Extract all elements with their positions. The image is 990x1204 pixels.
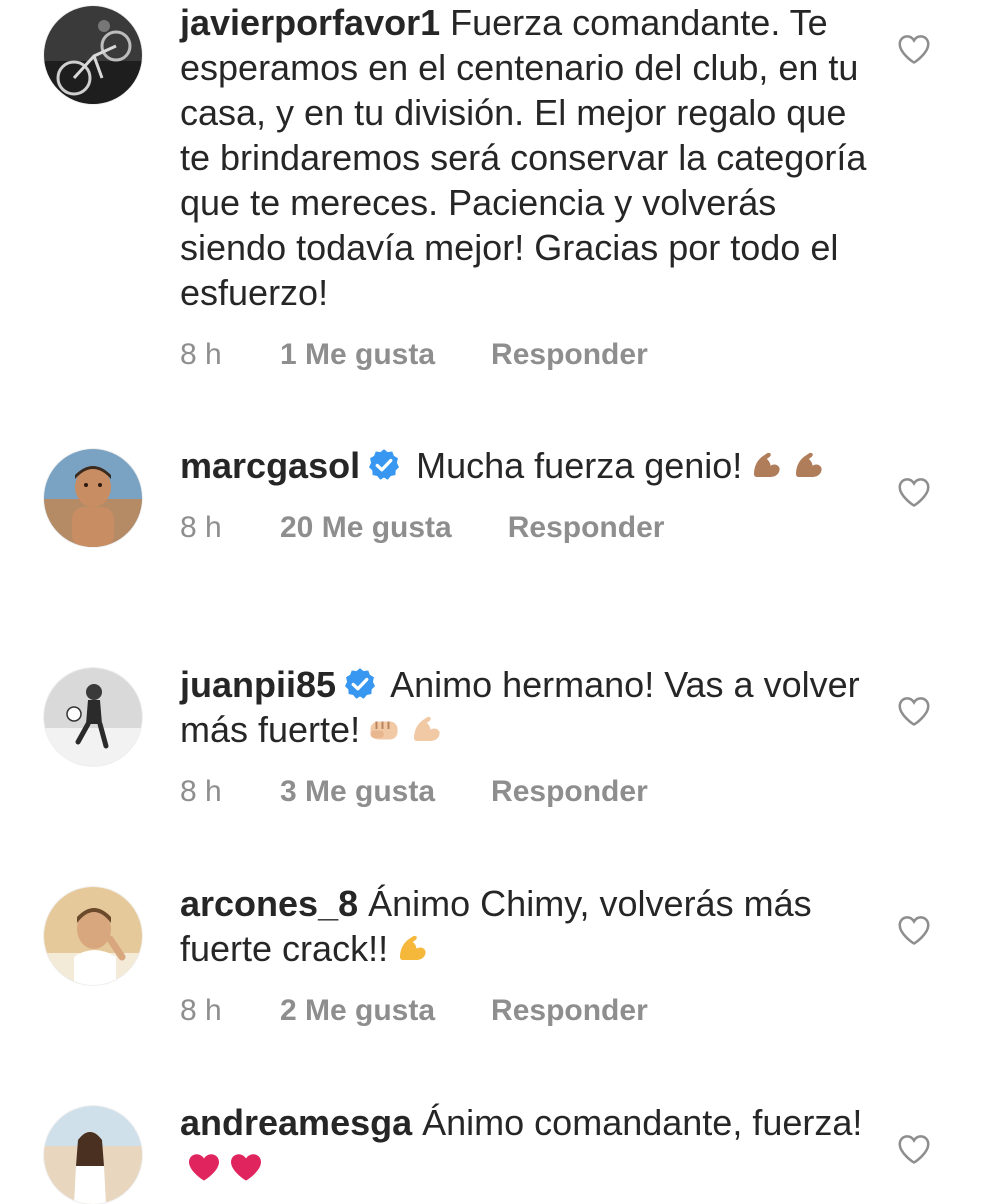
comment-likes-button[interactable]: 20 Me gusta [280,508,452,548]
reply-button[interactable]: Responder [508,508,665,548]
comment-body: Mucha fuerza genio! [416,445,743,486]
comment-body: Ánimo comandante, fuerza! [422,1102,863,1143]
comment-likes-button[interactable]: 1 Me gusta [280,335,435,375]
user-avatar[interactable] [44,887,142,985]
comment-text: juanpii85 Animo hermano! Vas a volver má… [180,662,870,752]
comment-text: marcgasol Mucha fuerza genio! [180,443,870,488]
heart-icon[interactable] [895,692,933,730]
heart-icon[interactable] [895,473,933,511]
red-heart-icon [186,1149,222,1185]
reply-button[interactable]: Responder [491,335,648,375]
heart-icon[interactable] [895,1130,933,1168]
red-heart-icon [228,1149,264,1185]
reply-button[interactable]: Responder [491,991,648,1031]
comment-time: 8 h [180,994,222,1027]
user-avatar[interactable] [44,668,142,766]
verified-badge-icon [342,666,378,702]
comment-body: Fuerza comandante. Te esperamos en el ce… [180,2,867,313]
comment-text: andreamesga Ánimo comandante, fuerza! [180,1100,870,1190]
comment-meta: 8 h 20 Me gusta Responder [180,508,870,548]
flexed-biceps-icon [748,447,784,483]
comment-username[interactable]: juanpii85 [180,664,336,705]
comment-username[interactable]: marcgasol [180,445,360,486]
user-avatar[interactable] [44,6,142,104]
comments-list: javierporfavor1 Fuerza comandante. Te es… [0,0,990,1204]
comment-likes-button[interactable]: 3 Me gusta [280,772,435,812]
reply-button[interactable]: Responder [491,772,648,812]
flexed-biceps-icon [790,447,826,483]
comment-username[interactable]: andreamesga [180,1102,412,1143]
comment-time: 8 h [180,511,222,544]
verified-badge-icon [366,447,402,483]
comment-time: 8 h [180,775,222,808]
comment-likes-button[interactable]: 2 Me gusta [280,991,435,1031]
comment-username[interactable]: arcones_8 [180,883,358,924]
comment-username[interactable]: javierporfavor1 [180,2,440,43]
flexed-biceps-icon [394,930,430,966]
flexed-biceps-icon [408,711,444,747]
user-avatar[interactable] [44,449,142,547]
comment-text: javierporfavor1 Fuerza comandante. Te es… [180,0,870,315]
comment-meta: 8 h 1 Me gusta Responder [180,335,870,375]
user-avatar[interactable] [44,1106,142,1204]
heart-icon[interactable] [895,30,933,68]
heart-icon[interactable] [895,911,933,949]
comment-time: 8 h [180,338,222,371]
comment-text: arcones_8 Ánimo Chimy, volverás más fuer… [180,881,870,971]
comment-meta: 8 h 2 Me gusta Responder [180,991,870,1031]
oncoming-fist-icon [366,711,402,747]
comment-meta: 8 h 3 Me gusta Responder [180,772,870,812]
